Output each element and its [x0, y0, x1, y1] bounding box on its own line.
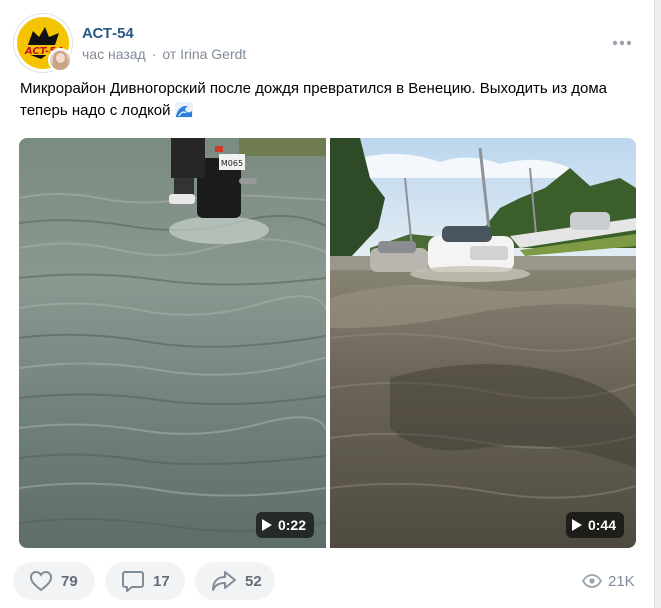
post-time[interactable]: час назад [82, 46, 146, 62]
post-card: ACT-54 АСТ-54 час назад · от Irina Gerdt М… [0, 0, 655, 608]
comment-button[interactable]: 17 [105, 562, 185, 600]
post-meta: час назад · от Irina Gerdt [82, 46, 246, 62]
author-avatar[interactable] [48, 48, 72, 72]
video-frame-2 [330, 138, 636, 548]
author-avatar-face [56, 53, 65, 63]
svg-text:М065: М065 [221, 159, 243, 168]
views-count: 21K [608, 572, 635, 590]
eye-icon [582, 574, 602, 588]
play-icon [261, 519, 272, 531]
post-author-link[interactable]: от Irina Gerdt [162, 46, 246, 62]
video-frame-1: М065 [19, 138, 326, 548]
heart-icon [29, 570, 53, 592]
group-name-link[interactable]: АСТ-54 [82, 25, 134, 42]
meta-separator: · [151, 46, 157, 62]
post-text-content: Микрорайон Дивногорский после дождя прев… [20, 80, 608, 119]
video-thumbnail-motorcycle[interactable]: М065 0:22 [19, 138, 326, 548]
comment-icon [122, 571, 144, 592]
like-count: 79 [61, 572, 78, 590]
play-icon [571, 519, 582, 531]
post-text: Микрорайон Дивногорский после дождя прев… [20, 78, 640, 122]
video-duration-badge: 0:44 [565, 512, 624, 538]
like-button[interactable]: 79 [13, 562, 95, 600]
group-avatar-wrapper[interactable]: ACT-54 [14, 14, 72, 72]
video-duration-badge: 0:22 [255, 512, 314, 538]
share-button[interactable]: 52 [195, 562, 275, 600]
more-options-icon[interactable] [611, 36, 633, 50]
share-arrow-icon [212, 571, 236, 591]
video-duration-text: 0:44 [587, 517, 616, 533]
video-duration-text: 0:22 [277, 517, 306, 533]
comment-count: 17 [153, 572, 170, 590]
share-count: 52 [245, 572, 262, 590]
views-counter: 21K [582, 570, 635, 592]
water-wave-icon [174, 102, 193, 118]
video-thumbnail-car[interactable]: 0:44 [330, 138, 636, 548]
